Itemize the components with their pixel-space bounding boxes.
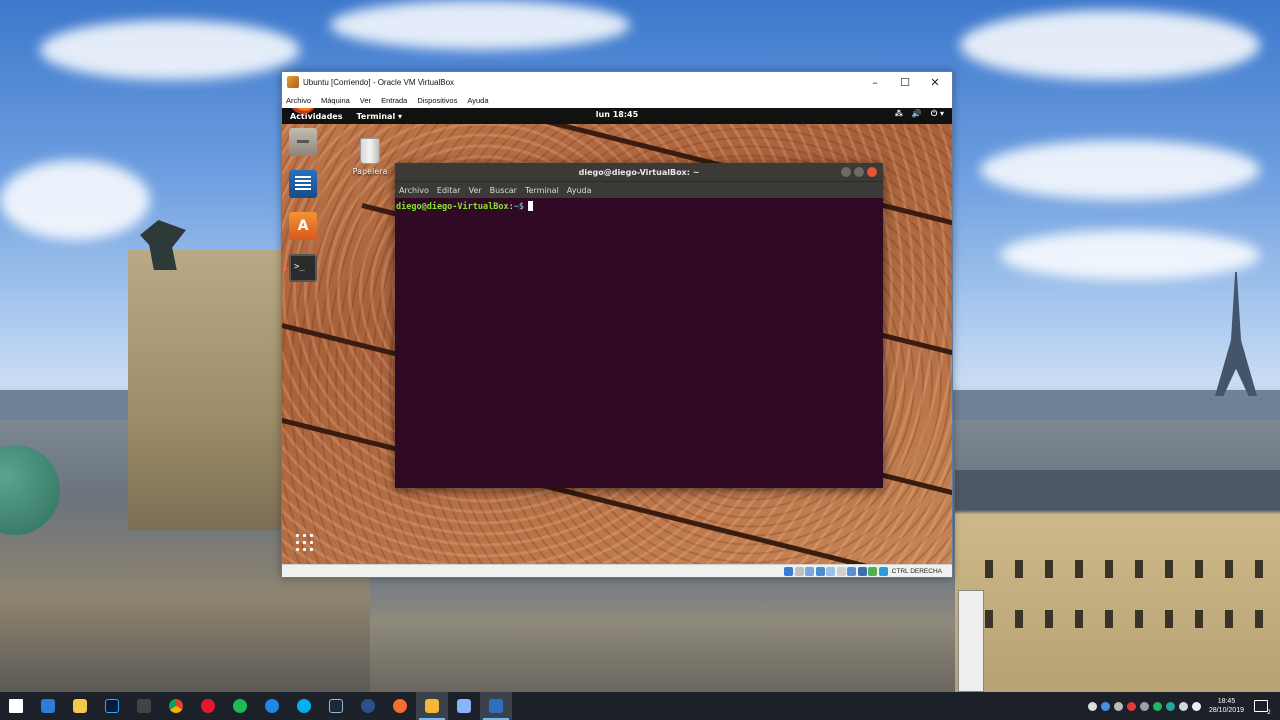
file-explorer-icon[interactable] xyxy=(64,692,96,720)
taskbar-date: 28/10/2019 xyxy=(1208,707,1244,714)
start-button[interactable] xyxy=(0,692,32,720)
terminal-titlebar[interactable]: diego@diego-VirtualBox: ~ xyxy=(395,163,883,181)
taskbar-time: 18:45 xyxy=(1217,698,1236,705)
libreoffice-writer-icon[interactable] xyxy=(289,170,317,198)
maximize-button[interactable]: ☐ xyxy=(890,72,920,92)
volume-icon[interactable]: 🔊 xyxy=(912,109,922,119)
ubuntu-software-icon[interactable]: A xyxy=(289,212,317,240)
vbox-menu-dispositivos[interactable]: Dispositivos xyxy=(417,96,457,105)
network-icon[interactable]: ⁂ xyxy=(895,109,903,119)
prompt-user: diego@diego-VirtualBox xyxy=(396,202,509,212)
tray-red-icon[interactable] xyxy=(1126,701,1136,711)
close-button[interactable]: ✕ xyxy=(920,72,950,92)
steam-icon[interactable] xyxy=(320,692,352,720)
vbox-titlebar[interactable]: Ubuntu [Corriendo] - Oracle VM VirtualBo… xyxy=(282,72,952,92)
tray-gray-icon[interactable] xyxy=(1139,701,1149,711)
virtualization-status-icon[interactable] xyxy=(868,566,878,576)
vbox-menu-ayuda[interactable]: Ayuda xyxy=(467,96,488,105)
terminal-menu-archivo[interactable]: Archivo xyxy=(399,186,429,195)
virtualbox-taskbar-icon[interactable] xyxy=(480,692,512,720)
origin-icon[interactable] xyxy=(384,692,416,720)
vbox-statusbar: CTRL DERECHA xyxy=(282,564,952,577)
opera-building xyxy=(128,250,288,530)
app-notes-icon[interactable] xyxy=(448,692,480,720)
vbox-title-text: Ubuntu [Corriendo] - Oracle VM VirtualBo… xyxy=(303,77,455,87)
active-app-indicator xyxy=(284,267,287,270)
capture-status-icon[interactable] xyxy=(857,566,867,576)
ubuntu-clock[interactable]: lun 18:45 xyxy=(596,110,638,119)
vbox-menu-maquina[interactable]: Máquina xyxy=(321,96,350,105)
terminal-menu-ver[interactable]: Ver xyxy=(469,186,482,195)
terminal-menu-editar[interactable]: Editar xyxy=(437,186,461,195)
desktop-trash[interactable]: Papelera xyxy=(350,138,390,176)
audio-status-icon[interactable] xyxy=(805,566,815,576)
ubuntu-dock: A >_ xyxy=(282,108,324,564)
terminal-menu-ayuda[interactable]: Ayuda xyxy=(567,186,592,195)
spotify-icon[interactable] xyxy=(224,692,256,720)
optical-status-icon[interactable] xyxy=(794,566,804,576)
windows-taskbar: 18:45 28/10/2019 xyxy=(0,692,1280,720)
microphone-icon[interactable] xyxy=(1087,701,1097,711)
vbox-menu-ver[interactable]: Ver xyxy=(360,96,371,105)
trash-icon xyxy=(360,138,380,164)
bluetooth-icon[interactable] xyxy=(1100,701,1110,711)
display-status-icon[interactable] xyxy=(847,566,857,576)
power-icon[interactable]: ⏻ ▾ xyxy=(931,109,944,119)
virtualbox-icon xyxy=(287,76,299,88)
text-cursor xyxy=(527,201,533,211)
taskbar-clock[interactable]: 18:45 28/10/2019 xyxy=(1209,697,1244,715)
cortana-icon[interactable] xyxy=(32,692,64,720)
media-app-icon[interactable] xyxy=(128,692,160,720)
guest-screen[interactable]: Actividades Terminal ▾ lun 18:45 ⁂ 🔊 ⏻ ▾… xyxy=(282,108,952,564)
app-blue-icon[interactable] xyxy=(256,692,288,720)
usb-status-icon[interactable] xyxy=(826,566,836,576)
vbox-menu-entrada[interactable]: Entrada xyxy=(381,96,407,105)
prompt-path: ~$ xyxy=(513,202,524,212)
system-tray: 18:45 28/10/2019 xyxy=(1087,692,1280,720)
trash-label: Papelera xyxy=(352,167,388,176)
terminal-close-button[interactable] xyxy=(867,167,877,177)
app-sync-icon[interactable] xyxy=(352,692,384,720)
terminal-maximize-button[interactable] xyxy=(854,167,864,177)
app-paint-icon[interactable] xyxy=(416,692,448,720)
minimize-button[interactable]: – xyxy=(860,72,890,92)
haussmann-building xyxy=(955,470,1280,692)
host-key-label: CTRL DERECHA xyxy=(891,567,942,575)
network-status-icon[interactable] xyxy=(815,566,825,576)
terminal-icon[interactable]: >_ xyxy=(289,254,317,282)
shared-folders-status-icon[interactable] xyxy=(836,566,846,576)
vbox-menu-archivo[interactable]: Archivo xyxy=(286,96,311,105)
eiffel-tower xyxy=(1215,272,1257,396)
show-applications-icon[interactable] xyxy=(294,532,314,552)
vbox-menubar: Archivo Máquina Ver Entrada Dispositivos… xyxy=(282,92,952,108)
skype-icon[interactable] xyxy=(288,692,320,720)
terminal-minimize-button[interactable] xyxy=(841,167,851,177)
opera-icon[interactable] xyxy=(192,692,224,720)
speaker-icon[interactable] xyxy=(1191,701,1201,711)
files-icon[interactable] xyxy=(289,128,317,156)
tray-app-icon[interactable] xyxy=(1113,701,1123,711)
terminal-menu-buscar[interactable]: Buscar xyxy=(490,186,517,195)
app-menu-terminal[interactable]: Terminal ▾ xyxy=(357,112,402,121)
tray-teal-icon[interactable] xyxy=(1165,701,1175,711)
terminal-window[interactable]: diego@diego-VirtualBox: ~ Archivo Editar… xyxy=(395,163,883,488)
virtualbox-window[interactable]: Ubuntu [Corriendo] - Oracle VM VirtualBo… xyxy=(281,71,953,578)
terminal-title: diego@diego-VirtualBox: ~ xyxy=(578,167,700,177)
photoshop-icon[interactable] xyxy=(96,692,128,720)
terminal-output[interactable]: diego@diego-VirtualBox:~$ xyxy=(395,198,883,215)
ubuntu-topbar: Actividades Terminal ▾ lun 18:45 ⁂ 🔊 ⏻ ▾ xyxy=(282,108,952,124)
terminal-menubar: Archivo Editar Ver Buscar Terminal Ayuda xyxy=(395,181,883,198)
wifi-icon[interactable] xyxy=(1178,701,1188,711)
terminal-menu-terminal[interactable]: Terminal xyxy=(525,186,559,195)
notification-center-icon[interactable] xyxy=(1254,700,1271,716)
chrome-icon[interactable] xyxy=(160,692,192,720)
mouse-integration-icon[interactable] xyxy=(878,566,888,576)
tray-green-icon[interactable] xyxy=(1152,701,1162,711)
hdd-status-icon[interactable] xyxy=(784,566,794,576)
